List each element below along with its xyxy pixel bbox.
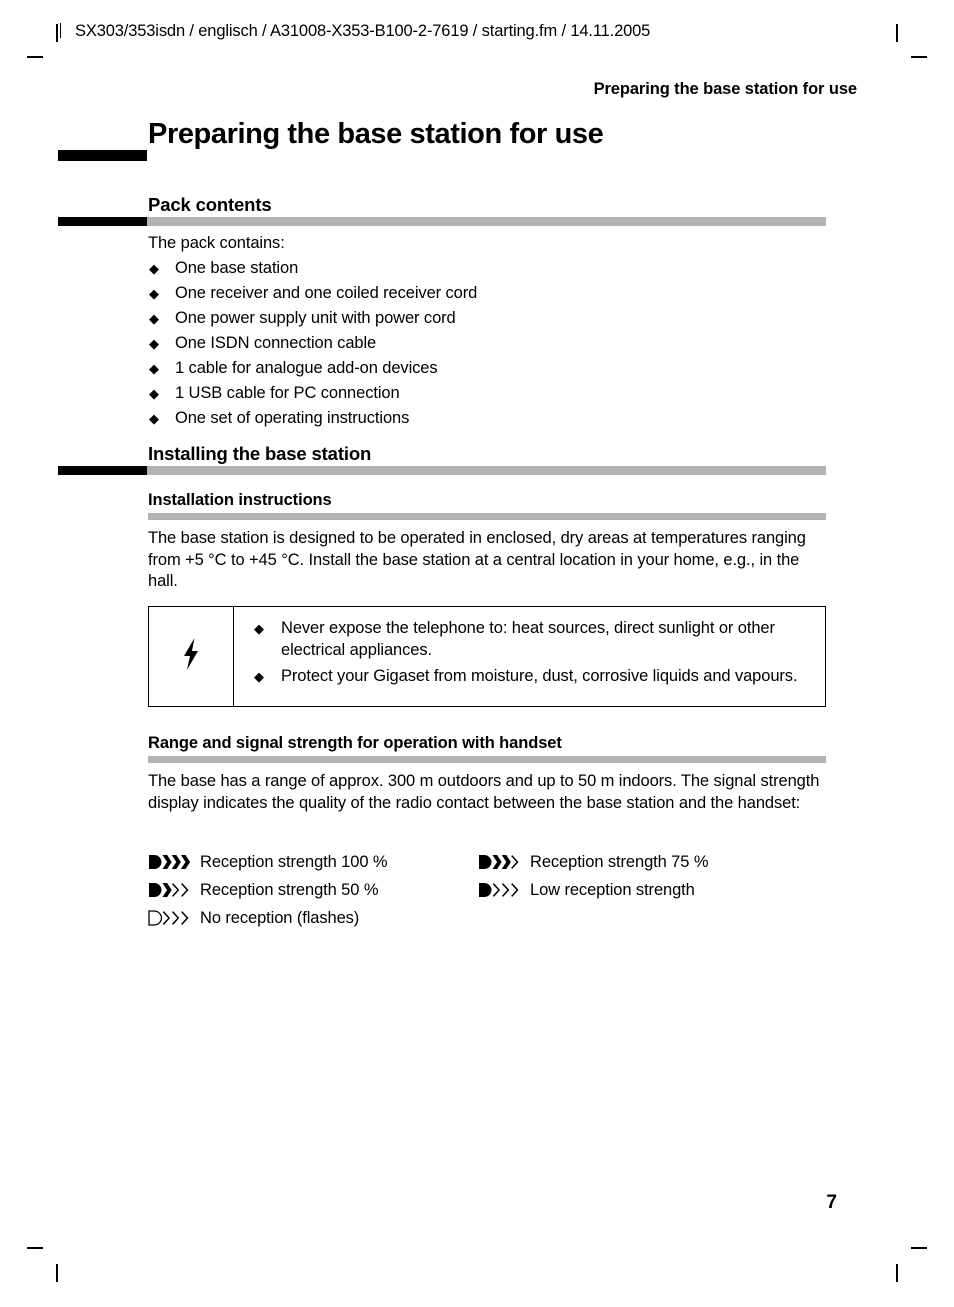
document-page: SX303/353isdn / englisch / A31008-X353-B… bbox=[0, 0, 954, 1307]
diamond-bullet-icon: ◆ bbox=[149, 411, 159, 426]
list-item-label: Never expose the telephone to: heat sour… bbox=[281, 619, 775, 659]
crop-mark-bottom-left-vertical bbox=[56, 1264, 58, 1282]
legend-label: Reception strength 75 % bbox=[530, 852, 709, 871]
page-title: Preparing the base station for use bbox=[148, 118, 604, 150]
signal-strength-75-icon bbox=[478, 853, 530, 871]
diamond-bullet-icon: ◆ bbox=[254, 669, 264, 684]
legend-label: Reception strength 50 % bbox=[200, 880, 379, 899]
list-item-label: Protect your Gigaset from moisture, dust… bbox=[281, 667, 798, 685]
subsection-rule-installation-instructions bbox=[148, 513, 826, 520]
legend-entry: Reception strength 75 % bbox=[478, 853, 808, 872]
section-pack-contents-header: Pack contents bbox=[148, 194, 826, 216]
diamond-bullet-icon: ◆ bbox=[149, 336, 159, 351]
signal-strength-low-icon bbox=[478, 881, 530, 899]
crop-mark-top-left-horizontal bbox=[27, 56, 43, 58]
signal-strength-legend: Reception strength 100 % Reception stren… bbox=[148, 848, 828, 932]
crop-mark-top-right-horizontal bbox=[911, 56, 927, 58]
list-item: ◆ One set of operating instructions bbox=[148, 406, 828, 431]
list-item: ◆ 1 cable for analogue add-on devices bbox=[148, 356, 828, 381]
subsection-rule-range bbox=[148, 756, 826, 763]
pack-contents-list: ◆ One base station ◆ One receiver and one … bbox=[148, 256, 828, 431]
subsection-heading-installation-instructions: Installation instructions bbox=[148, 491, 332, 509]
diamond-bullet-icon: ◆ bbox=[149, 286, 159, 301]
crop-mark-bottom-left-horizontal bbox=[27, 1247, 43, 1249]
legend-label: Low reception strength bbox=[530, 880, 695, 899]
diamond-bullet-icon: ◆ bbox=[149, 261, 159, 276]
section-heading-installing: Installing the base station bbox=[148, 443, 372, 464]
page-number: 7 bbox=[826, 1192, 837, 1213]
list-item: ◆ One receiver and one coiled receiver co… bbox=[148, 281, 828, 306]
crop-mark-top-right-vertical bbox=[896, 24, 898, 42]
legend-label: Reception strength 100 % bbox=[200, 852, 388, 871]
installation-instructions-body: The base station is designed to be opera… bbox=[148, 529, 806, 590]
warning-list: ◆ Never expose the telephone to: heat sou… bbox=[253, 618, 813, 688]
file-identification-line: SX303/353isdn / englisch / A31008-X353-B… bbox=[60, 22, 650, 41]
list-item-label: 1 USB cable for PC connection bbox=[175, 384, 400, 402]
diamond-bullet-icon: ◆ bbox=[254, 621, 264, 636]
list-item-label: 1 cable for analogue add-on devices bbox=[175, 359, 438, 377]
legend-label: No reception (flashes) bbox=[200, 908, 360, 927]
legend-entry: Reception strength 50 % bbox=[148, 881, 478, 900]
file-line-tick bbox=[60, 23, 61, 38]
list-item-label: One power supply unit with power cord bbox=[175, 309, 456, 327]
lightning-bolt-icon bbox=[181, 637, 201, 676]
crop-mark-top-left-vertical bbox=[56, 24, 58, 42]
signal-strength-100-icon bbox=[148, 853, 200, 871]
list-item: ◆ Protect your Gigaset from moisture, dus… bbox=[253, 666, 813, 688]
diamond-bullet-icon: ◆ bbox=[149, 311, 159, 326]
signal-strength-none-icon bbox=[148, 909, 200, 927]
subsection-heading-range: Range and signal strength for operation … bbox=[148, 734, 562, 752]
section-heading-pack-contents: Pack contents bbox=[148, 194, 272, 215]
legend-row: No reception (flashes) bbox=[148, 904, 828, 932]
section-installing-header: Installing the base station bbox=[148, 443, 826, 465]
crop-mark-bottom-right-vertical bbox=[896, 1264, 898, 1282]
file-identification-text: SX303/353isdn / englisch / A31008-X353-B… bbox=[75, 22, 651, 40]
list-item: ◆ One base station bbox=[148, 256, 828, 281]
list-item: ◆ Never expose the telephone to: heat sou… bbox=[253, 618, 813, 661]
legend-entry: Reception strength 100 % bbox=[148, 853, 478, 872]
diamond-bullet-icon: ◆ bbox=[149, 361, 159, 376]
diamond-bullet-icon: ◆ bbox=[149, 386, 159, 401]
chapter-tab-marker bbox=[58, 150, 147, 161]
subsection-range-header: Range and signal strength for operation … bbox=[148, 734, 826, 753]
list-item: ◆ One power supply unit with power cord bbox=[148, 306, 828, 331]
crop-mark-bottom-right-horizontal bbox=[911, 1247, 927, 1249]
list-item: ◆ 1 USB cable for PC connection bbox=[148, 381, 828, 406]
warning-box: ◆ Never expose the telephone to: heat sou… bbox=[148, 606, 826, 707]
list-item: ◆ One ISDN connection cable bbox=[148, 331, 828, 356]
range-body: The base has a range of approx. 300 m ou… bbox=[148, 772, 820, 812]
legend-entry: No reception (flashes) bbox=[148, 909, 478, 928]
list-item-label: One base station bbox=[175, 259, 299, 277]
pack-contents-intro: The pack contains: bbox=[148, 234, 285, 252]
legend-row: Reception strength 100 % Reception stren… bbox=[148, 848, 828, 876]
warning-icon-cell bbox=[149, 607, 234, 706]
list-item-label: One set of operating instructions bbox=[175, 409, 410, 427]
list-item-label: One ISDN connection cable bbox=[175, 334, 377, 352]
legend-row: Reception strength 50 % Low reception st… bbox=[148, 876, 828, 904]
warning-text-cell: ◆ Never expose the telephone to: heat sou… bbox=[234, 607, 825, 706]
section-rule-installing bbox=[58, 466, 826, 475]
running-head: Preparing the base station for use bbox=[593, 80, 858, 98]
subsection-installation-instructions-header: Installation instructions bbox=[148, 491, 826, 510]
signal-strength-50-icon bbox=[148, 881, 200, 899]
section-rule-pack-contents bbox=[58, 217, 826, 226]
list-item-label: One receiver and one coiled receiver cor… bbox=[175, 284, 478, 302]
legend-entry: Low reception strength bbox=[478, 881, 808, 900]
